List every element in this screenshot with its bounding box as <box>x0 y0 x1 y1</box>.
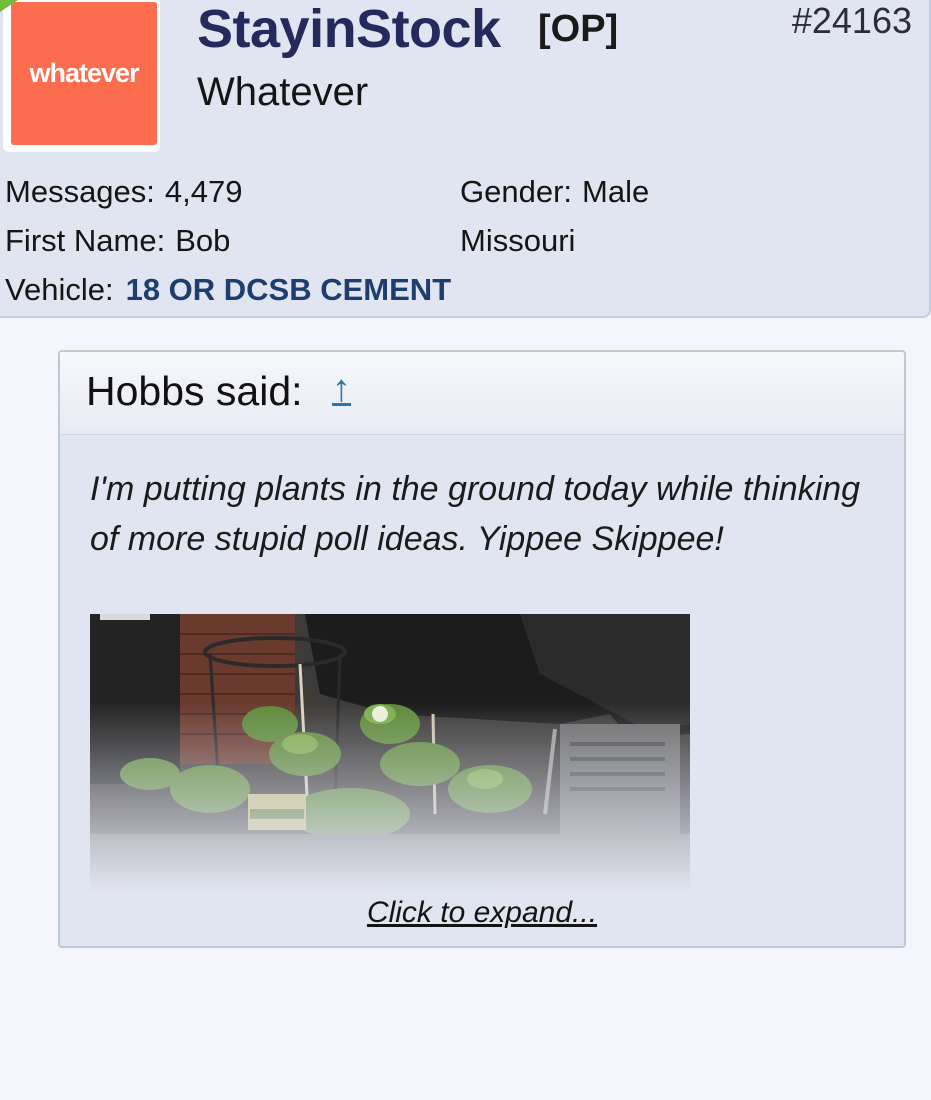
click-to-expand-link[interactable]: Click to expand... <box>60 896 904 930</box>
avatar-frame[interactable]: whatever <box>3 0 160 152</box>
messages-value: 4,479 <box>164 174 243 209</box>
location-value: Missouri <box>460 223 576 258</box>
gender-label: Gender: <box>460 174 573 209</box>
vehicle-label: Vehicle: <box>5 272 114 307</box>
first-name-row: First Name: Bob <box>5 223 230 259</box>
first-name-label: First Name: <box>5 223 166 258</box>
image-fade-overlay <box>90 702 690 892</box>
quote-author: Hobbs said: <box>86 368 303 414</box>
jump-to-quote-icon[interactable]: ↑ <box>332 368 351 411</box>
user-title: Whatever <box>197 70 369 114</box>
vehicle-row: Vehicle: 18 OR DCSB CEMENT <box>5 272 451 308</box>
messages-label: Messages: <box>5 174 155 209</box>
avatar[interactable]: whatever <box>11 2 157 145</box>
avatar-text: whatever <box>29 58 139 88</box>
op-badge: [OP] <box>538 8 619 50</box>
gender-row: Gender: Male <box>460 174 649 210</box>
post-number-link[interactable]: #24163 <box>792 0 912 42</box>
online-indicator <box>0 0 18 12</box>
quote-header: Hobbs said: ↑ <box>60 352 904 435</box>
quote-image[interactable] <box>90 614 690 892</box>
location-row: Missouri <box>460 223 575 259</box>
user-info-panel: whatever StayinStock [OP] #24163 Whateve… <box>0 0 931 318</box>
quote-block: Hobbs said: ↑ I'm putting plants in the … <box>58 350 906 948</box>
quote-text: I'm putting plants in the ground today w… <box>90 470 861 558</box>
messages-row: Messages: 4,479 <box>5 174 242 210</box>
first-name-value: Bob <box>175 223 231 258</box>
gender-value: Male <box>582 174 650 209</box>
username-link[interactable]: StayinStock <box>197 0 501 60</box>
vehicle-value: 18 OR DCSB CEMENT <box>125 272 452 307</box>
